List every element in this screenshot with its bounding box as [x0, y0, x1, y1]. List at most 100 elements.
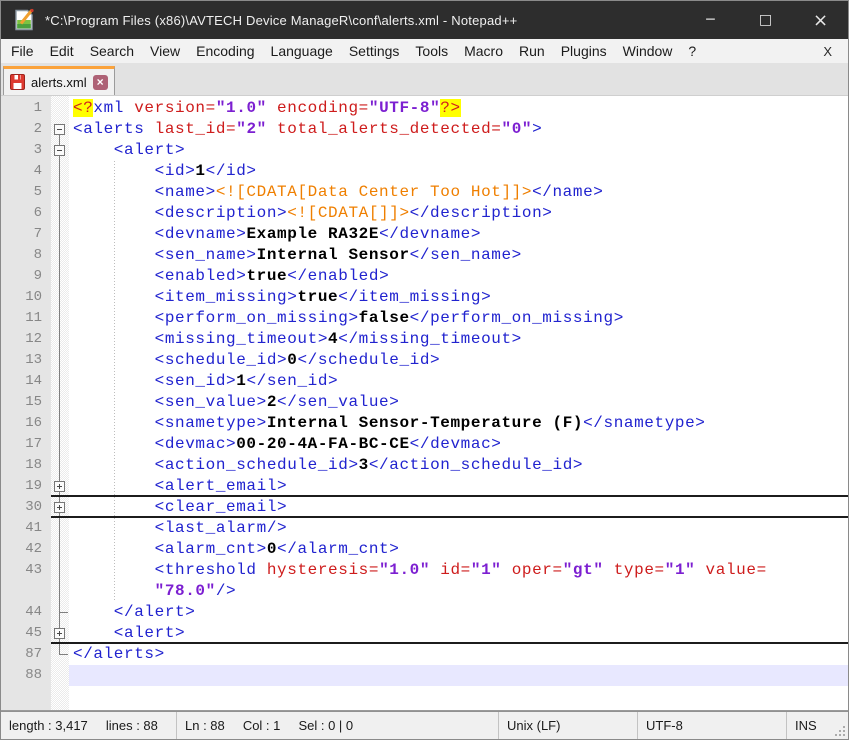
fold-guide — [51, 308, 69, 329]
code-text[interactable]: <devmac>00-20-4A-FA-BC-CE</devmac> — [69, 434, 848, 455]
menu-search[interactable]: Search — [82, 39, 142, 63]
menu-file[interactable]: File — [3, 39, 42, 63]
syntax-segment: 0 — [267, 540, 277, 558]
minimize-button[interactable]: ─ — [683, 1, 738, 39]
editor[interactable]: 1<?xml version="1.0" encoding="UTF-8"?>2… — [1, 96, 848, 711]
code-text[interactable] — [69, 665, 848, 686]
close-button[interactable]: × — [793, 1, 848, 39]
resize-grip[interactable] — [834, 725, 846, 737]
tab-alerts-xml[interactable]: alerts.xml × — [3, 66, 115, 95]
syntax-segment: "1" — [471, 561, 502, 579]
syntax-segment: </schedule_id> — [297, 351, 440, 369]
syntax-segment: <sen_id> — [73, 372, 236, 390]
syntax-segment: "2" — [236, 120, 267, 138]
syntax-segment: 1 — [195, 162, 205, 180]
code-text[interactable]: </alerts> — [69, 644, 848, 665]
tab-close-icon[interactable]: × — [93, 75, 108, 90]
code-text[interactable]: <alert> — [69, 140, 848, 161]
code-text[interactable]: <alert_email> — [69, 476, 848, 495]
code-line: 14 <sen_id>1</sen_id> — [1, 371, 848, 392]
line-number: 16 — [1, 413, 51, 434]
code-text[interactable]: <threshold hysteresis="1.0" id="1" oper=… — [69, 560, 848, 581]
fold-guide — [51, 581, 69, 602]
fold-toggle-icon[interactable] — [51, 140, 69, 161]
code-text[interactable]: "78.0"/> — [69, 581, 848, 602]
syntax-segment: /> — [216, 582, 236, 600]
status-eol-format[interactable]: Unix (LF) — [499, 712, 638, 739]
code-text[interactable]: </alert> — [69, 602, 848, 623]
notepadpp-window: *C:\Program Files (x86)\AVTECH Device Ma… — [0, 0, 849, 740]
syntax-segment: 4 — [328, 330, 338, 348]
fold-toggle-icon[interactable] — [51, 497, 69, 516]
code-text[interactable]: <missing_timeout>4</missing_timeout> — [69, 329, 848, 350]
close-document-icon[interactable]: X — [819, 44, 836, 59]
status-encoding[interactable]: UTF-8 — [638, 712, 787, 739]
syntax-segment: <id> — [73, 162, 195, 180]
code-text[interactable]: <sen_id>1</sen_id> — [69, 371, 848, 392]
syntax-segment — [73, 582, 155, 600]
menu-macro[interactable]: Macro — [456, 39, 511, 63]
code-text[interactable]: <sen_value>2</sen_value> — [69, 392, 848, 413]
code-text[interactable]: <item_missing>true</item_missing> — [69, 287, 848, 308]
syntax-segment: "UTF-8" — [369, 99, 440, 117]
code-line: "78.0"/> — [1, 581, 848, 602]
syntax-segment: <perform_on_missing> — [73, 309, 359, 327]
code-text[interactable]: <schedule_id>0</schedule_id> — [69, 350, 848, 371]
line-number: 5 — [1, 182, 51, 203]
code-text[interactable]: <name><![CDATA[Data Center Too Hot]]></n… — [69, 182, 848, 203]
menu-tools[interactable]: Tools — [407, 39, 456, 63]
code-text[interactable]: <snametype>Internal Sensor-Temperature (… — [69, 413, 848, 434]
syntax-segment: <alarm_cnt> — [73, 540, 267, 558]
syntax-segment: <enabled> — [73, 267, 246, 285]
menu-language[interactable]: Language — [263, 39, 341, 63]
title-bar[interactable]: *C:\Program Files (x86)\AVTECH Device Ma… — [1, 1, 848, 39]
menu-view[interactable]: View — [142, 39, 188, 63]
code-line: 16 <snametype>Internal Sensor-Temperatur… — [1, 413, 848, 434]
code-text[interactable]: <action_schedule_id>3</action_schedule_i… — [69, 455, 848, 476]
syntax-segment: "1" — [665, 561, 696, 579]
menu-settings[interactable]: Settings — [341, 39, 408, 63]
syntax-segment: 00-20-4A-FA-BC-CE — [236, 435, 409, 453]
code-text[interactable]: <?xml version="1.0" encoding="UTF-8"?> — [69, 98, 848, 119]
syntax-segment: Example RA32E — [246, 225, 379, 243]
status-bar: length : 3,417 lines : 88 Ln : 88 Col : … — [1, 711, 848, 739]
fold-toggle-icon[interactable] — [51, 119, 69, 140]
code-text[interactable]: <devname>Example RA32E</devname> — [69, 224, 848, 245]
code-text[interactable]: <alarm_cnt>0</alarm_cnt> — [69, 539, 848, 560]
code-text[interactable]: <perform_on_missing>false</perform_on_mi… — [69, 308, 848, 329]
syntax-segment: </name> — [532, 183, 603, 201]
code-text[interactable]: <alerts last_id="2" total_alerts_detecte… — [69, 119, 848, 140]
line-number: 13 — [1, 350, 51, 371]
code-area: 1<?xml version="1.0" encoding="UTF-8"?>2… — [1, 96, 848, 686]
syntax-segment: "78.0" — [155, 582, 216, 600]
maximize-button[interactable]: □ — [738, 1, 793, 39]
fold-toggle-icon[interactable] — [51, 476, 69, 495]
syntax-segment: </description> — [410, 204, 553, 222]
menu-plugins[interactable]: Plugins — [553, 39, 615, 63]
fold-guide — [51, 245, 69, 266]
code-text[interactable]: <clear_email> — [69, 497, 848, 516]
code-text[interactable]: <alert> — [69, 623, 848, 642]
fold-guide — [51, 98, 69, 119]
code-line: 2 <alerts last_id="2" total_alerts_detect… — [1, 119, 848, 140]
code-text[interactable]: <sen_name>Internal Sensor</sen_name> — [69, 245, 848, 266]
menu-help[interactable]: ? — [680, 39, 704, 63]
line-number — [1, 581, 51, 602]
code-text[interactable]: <last_alarm/> — [69, 518, 848, 539]
code-line: 13 <schedule_id>0</schedule_id> — [1, 350, 848, 371]
menu-encoding[interactable]: Encoding — [188, 39, 262, 63]
code-text[interactable]: <enabled>true</enabled> — [69, 266, 848, 287]
fold-toggle-icon[interactable] — [51, 623, 69, 642]
code-line: 5 <name><![CDATA[Data Center Too Hot]]><… — [1, 182, 848, 203]
menu-window[interactable]: Window — [615, 39, 681, 63]
line-number: 6 — [1, 203, 51, 224]
syntax-segment: </alerts> — [73, 645, 165, 663]
code-text[interactable]: <id>1</id> — [69, 161, 848, 182]
code-text[interactable]: <description><![CDATA[]]></description> — [69, 203, 848, 224]
line-number: 2 — [1, 119, 51, 140]
line-number: 43 — [1, 560, 51, 581]
menu-run[interactable]: Run — [511, 39, 553, 63]
syntax-segment: <alert> — [73, 141, 185, 159]
menu-edit[interactable]: Edit — [42, 39, 82, 63]
fold-guide — [51, 203, 69, 224]
